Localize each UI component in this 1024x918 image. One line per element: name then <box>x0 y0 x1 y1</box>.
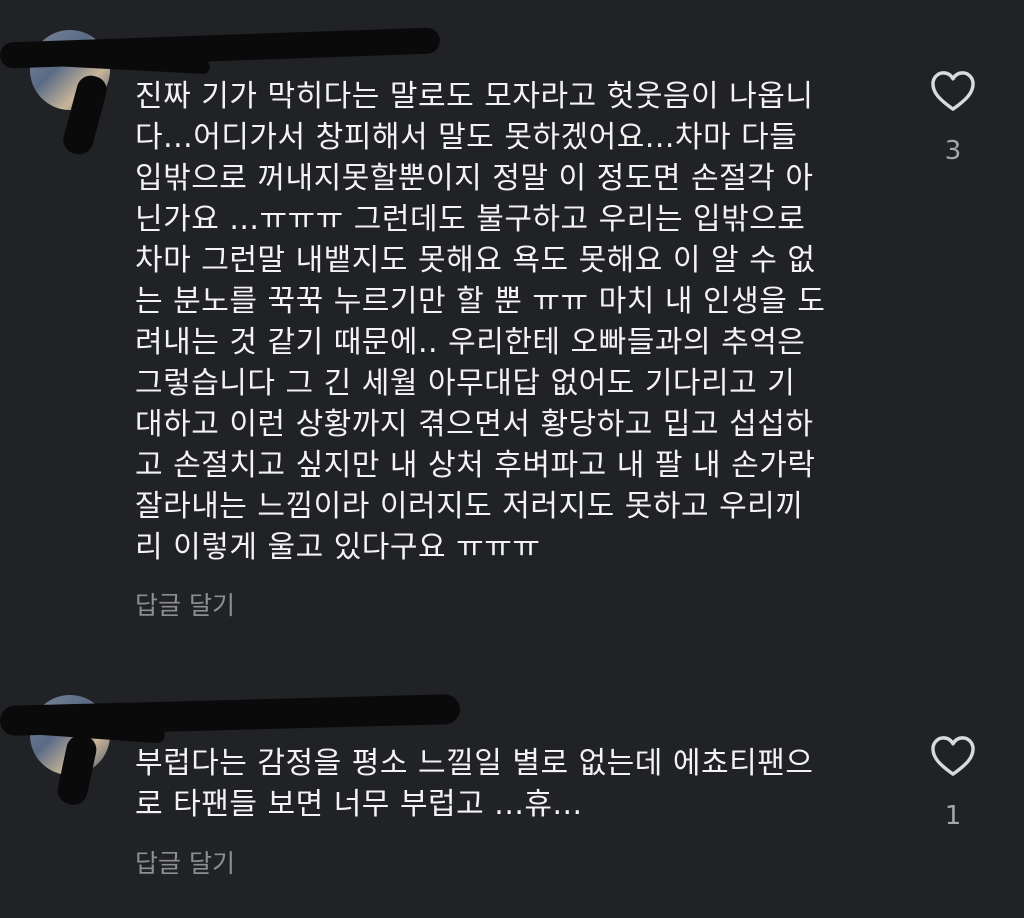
like-control: 3 <box>926 70 980 166</box>
like-count: 1 <box>944 801 962 831</box>
heart-outline-icon[interactable] <box>926 70 980 112</box>
like-count: 3 <box>944 136 962 166</box>
heart-outline-icon[interactable] <box>926 735 980 777</box>
reply-button[interactable]: 답글 달기 <box>135 586 235 622</box>
reply-button[interactable]: 답글 달기 <box>135 844 235 880</box>
comment-text: 진짜 기가 막히다는 말로도 모자라고 헛웃음이 나옵니 다...어디가서 창피… <box>135 79 826 565</box>
like-control: 1 <box>926 735 980 831</box>
comment-text: 부럽다는 감정을 평소 느낄일 별로 없는데 에쵸티팬으 로 타팬들 보면 너무… <box>135 746 814 822</box>
